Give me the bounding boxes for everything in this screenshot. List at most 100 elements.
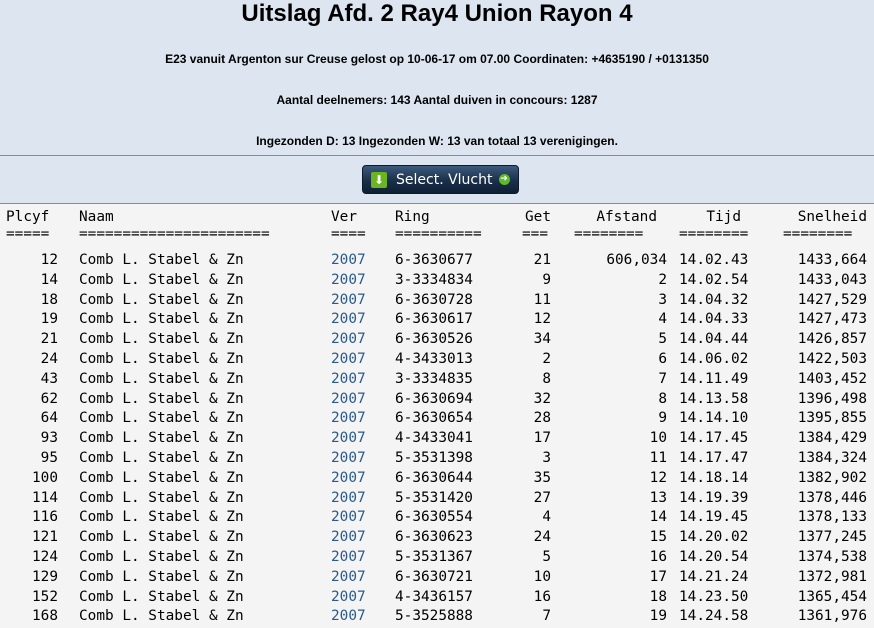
cell-afstand: 7	[658, 370, 667, 387]
cell-snelheid: 1365,454	[797, 588, 867, 605]
cell-naam: Comb L. Stabel & Zn	[79, 568, 244, 585]
cell-snelheid: 1427,473	[797, 311, 867, 328]
cell-ver[interactable]: 2007	[331, 589, 366, 605]
sep-get: ===	[522, 226, 548, 242]
sep-tijd: ========	[679, 226, 749, 242]
cell-get: 27	[533, 489, 551, 506]
cell-naam: Comb L. Stabel & Zn	[79, 430, 244, 447]
cell-afstand: 9	[658, 410, 667, 427]
sep-snelheid: ========	[783, 226, 853, 242]
cell-ver[interactable]: 2007	[331, 371, 366, 387]
cell-ver[interactable]: 2007	[331, 410, 366, 426]
cell-ver[interactable]: 2007	[331, 509, 366, 525]
cell-afstand: 14	[649, 509, 667, 526]
toolbar: ⬇ Select. Vlucht ➜	[0, 156, 874, 204]
cell-snelheid: 1427,529	[797, 291, 867, 308]
cell-get: 2	[542, 351, 551, 367]
cell-ver[interactable]: 2007	[331, 430, 366, 446]
cell-ver[interactable]: 2007	[331, 608, 366, 624]
cell-ver[interactable]: 2007	[331, 391, 366, 407]
cell-naam: Comb L. Stabel & Zn	[79, 489, 244, 506]
cell-naam: Comb L. Stabel & Zn	[79, 450, 244, 466]
cell-afstand: 5	[658, 331, 667, 348]
cell-tijd: 14.14.10	[679, 410, 749, 427]
col-header-naam: Naam	[79, 209, 114, 225]
col-header-ver: Ver	[331, 209, 357, 225]
cell-tijd: 14.02.54	[679, 271, 749, 288]
cell-snelheid: 1426,857	[797, 331, 867, 348]
cell-snelheid: 1403,452	[797, 370, 867, 387]
table-row: 116 Comb L. Stabel & Zn 2007 6-3630554 4 14 14…	[0, 509, 874, 529]
cell-afstand: 606,034	[606, 252, 667, 268]
cell-ring: 6-3630623	[395, 529, 473, 546]
cell-ver[interactable]: 2007	[331, 470, 366, 486]
cell-get: 24	[533, 529, 551, 546]
sep-plcyf: =====	[6, 226, 50, 242]
cell-naam: Comb L. Stabel & Zn	[79, 469, 244, 486]
cell-ring: 4-3433013	[395, 351, 473, 367]
table-row: 24 Comb L. Stabel & Zn 2007 4-3433013 2 6 14.0…	[0, 351, 874, 371]
cell-plcyf: 21	[40, 331, 58, 348]
cell-plcyf: 152	[32, 588, 58, 605]
cell-ver[interactable]: 2007	[331, 331, 366, 347]
cell-ver[interactable]: 2007	[331, 292, 366, 308]
sep-ver: ====	[331, 226, 366, 242]
cell-snelheid: 1374,538	[797, 549, 867, 565]
cell-ver[interactable]: 2007	[331, 529, 366, 545]
cell-tijd: 14.04.33	[679, 311, 749, 328]
cell-get: 10	[533, 568, 551, 585]
table-row: 14 Comb L. Stabel & Zn 2007 3-3334834 9 2 14.0…	[0, 272, 874, 292]
cell-get: 5	[542, 549, 551, 565]
cell-ver[interactable]: 2007	[331, 272, 366, 288]
cell-tijd: 14.19.45	[679, 509, 749, 526]
cell-naam: Comb L. Stabel & Zn	[79, 351, 244, 367]
cell-afstand: 12	[649, 469, 667, 486]
cell-ver[interactable]: 2007	[331, 351, 366, 367]
cell-ver[interactable]: 2007	[331, 549, 366, 565]
table-row: 12 Comb L. Stabel & Zn 2007 6-3630677 21 606,…	[0, 252, 874, 272]
col-header-afstand: Afstand	[596, 209, 657, 225]
cell-naam: Comb L. Stabel & Zn	[79, 390, 244, 407]
table-row: 64 Comb L. Stabel & Zn 2007 6-3630654 28 9 14.…	[0, 410, 874, 430]
cell-ring: 4-3433041	[395, 430, 473, 447]
cell-snelheid: 1422,503	[797, 351, 867, 367]
cell-naam: Comb L. Stabel & Zn	[79, 370, 244, 387]
cell-naam: Comb L. Stabel & Zn	[79, 252, 244, 268]
cell-ver[interactable]: 2007	[331, 490, 366, 506]
table-row: 114 Comb L. Stabel & Zn 2007 5-3531420 27 13 1…	[0, 490, 874, 510]
cell-tijd: 14.02.43	[679, 252, 749, 268]
sep-ring: ==========	[395, 226, 482, 242]
cell-snelheid: 1378,446	[797, 489, 867, 506]
cell-get: 28	[533, 410, 551, 427]
select-flight-button[interactable]: ⬇ Select. Vlucht ➜	[362, 165, 519, 194]
table-row: 121 Comb L. Stabel & Zn 2007 6-3630623 24 15 1…	[0, 529, 874, 549]
col-header-snelheid: Snelheid	[797, 209, 867, 225]
select-flight-label: Select. Vlucht	[396, 171, 493, 188]
cell-plcyf: 12	[40, 252, 58, 268]
cell-plcyf: 14	[40, 271, 58, 288]
race-info: E23 vanuit Argenton sur Creuse gelost op…	[165, 52, 709, 66]
table-row: 129 Comb L. Stabel & Zn 2007 6-3630721 10 17 1…	[0, 569, 874, 589]
cell-snelheid: 1433,043	[797, 271, 867, 288]
cell-get: 9	[542, 271, 551, 288]
cell-afstand: 17	[649, 568, 667, 585]
cell-get: 17	[533, 430, 551, 447]
cell-tijd: 14.21.24	[679, 568, 749, 585]
cell-ver[interactable]: 2007	[331, 569, 366, 585]
cell-ver[interactable]: 2007	[331, 252, 366, 268]
cell-snelheid: 1372,981	[797, 568, 867, 585]
cell-ver[interactable]: 2007	[331, 311, 366, 327]
table-row: 18 Comb L. Stabel & Zn 2007 6-3630728 11 3 14.…	[0, 292, 874, 312]
cell-tijd: 14.18.14	[679, 469, 749, 486]
cell-snelheid: 1396,498	[797, 390, 867, 407]
table-row: 124 Comb L. Stabel & Zn 2007 5-3531367 5 16 14…	[0, 549, 874, 569]
cell-ring: 5-3525888	[395, 608, 473, 625]
cell-ver[interactable]: 2007	[331, 450, 366, 466]
table-row: 152 Comb L. Stabel & Zn 2007 4-3436157 16 18 1…	[0, 589, 874, 609]
cell-tijd: 14.17.47	[679, 450, 749, 466]
cell-naam: Comb L. Stabel & Zn	[79, 331, 244, 348]
cell-tijd: 14.24.58	[679, 608, 749, 625]
table-row: 95 Comb L. Stabel & Zn 2007 5-3531398 3 11 14.…	[0, 450, 874, 470]
cell-plcyf: 121	[32, 529, 58, 546]
participants-info: Aantal deelnemers: 143 Aantal duiven in …	[276, 93, 598, 107]
